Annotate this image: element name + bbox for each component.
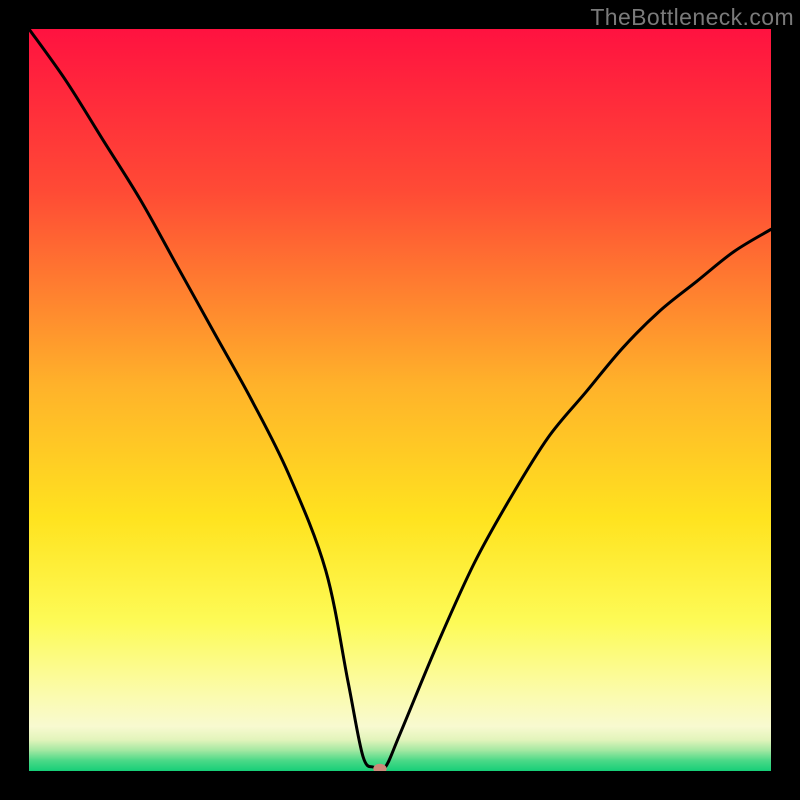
chart-svg: [29, 29, 771, 771]
watermark-text: TheBottleneck.com: [590, 4, 794, 31]
chart-container: TheBottleneck.com: [0, 0, 800, 800]
plot-area: [29, 29, 771, 771]
chart-background: [29, 29, 771, 771]
